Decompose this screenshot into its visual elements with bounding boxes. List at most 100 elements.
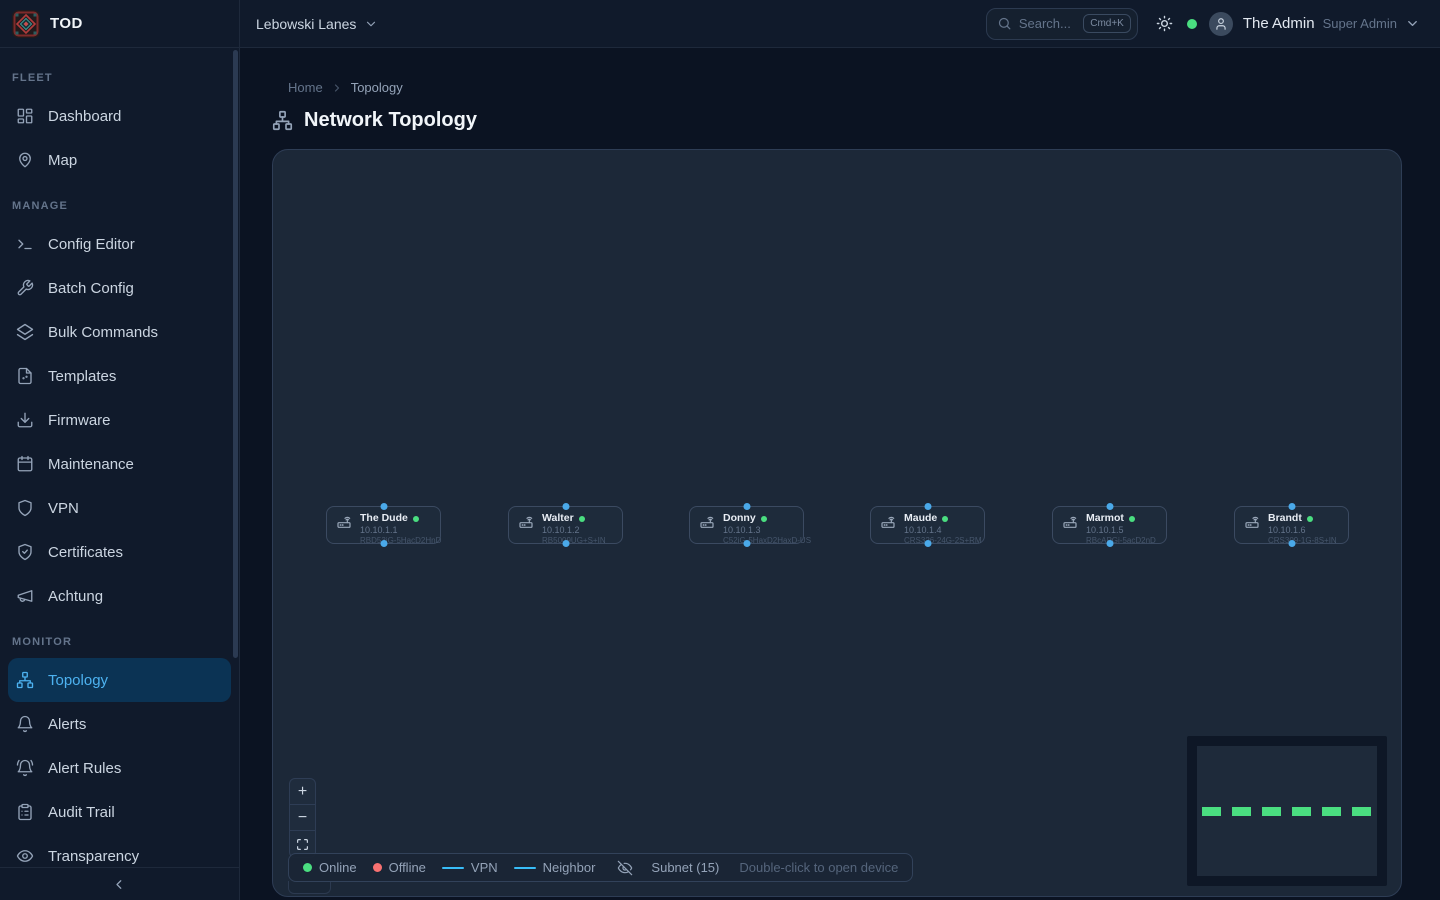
breadcrumb: Home Topology	[288, 80, 403, 95]
minimap-viewport	[1197, 746, 1377, 876]
legend-offline: Offline	[373, 860, 426, 875]
sidebar-section-label: FLEET	[0, 66, 239, 94]
sidebar-collapse-button[interactable]	[0, 867, 239, 900]
breadcrumb-home[interactable]: Home	[288, 80, 323, 95]
breadcrumb-current: Topology	[351, 80, 403, 95]
sidebar-nav: FLEETDashboardMapMANAGEConfig EditorBatc…	[0, 48, 239, 878]
node-model: CRS309-1G-8S+IN	[1268, 536, 1337, 546]
sidebar-item-certificates[interactable]: Certificates	[8, 530, 231, 574]
connection-handle-top	[924, 503, 931, 510]
sidebar: FLEETDashboardMapMANAGEConfig EditorBatc…	[0, 48, 240, 900]
topology-canvas[interactable]: The Dude10.10.1.1RBD53iG-5HacD2HnD Walter…	[272, 149, 1402, 897]
wrench-icon	[16, 279, 34, 297]
sidebar-item-audit-trail[interactable]: Audit Trail	[8, 790, 231, 834]
eye-off-icon[interactable]	[617, 860, 633, 876]
topology-node-donny[interactable]: Donny10.10.1.3C52iG-5HaxD2HaxD-US	[689, 506, 804, 544]
node-name: Brandt	[1268, 512, 1302, 525]
org-switcher[interactable]: Lebowski Lanes	[256, 16, 378, 32]
sidebar-item-label: Firmware	[48, 412, 111, 429]
connection-handle-bottom	[743, 540, 750, 547]
node-ip: 10.10.1.1	[360, 525, 431, 536]
avatar[interactable]	[1209, 12, 1233, 36]
user-name: The Admin	[1243, 15, 1315, 32]
node-ip: 10.10.1.5	[1086, 525, 1156, 536]
online-dot	[303, 863, 312, 872]
bell-ring-icon	[16, 759, 34, 777]
node-status-dot	[413, 516, 419, 522]
router-icon	[518, 514, 534, 538]
sidebar-item-label: Batch Config	[48, 280, 134, 297]
node-name: Maude	[904, 512, 937, 525]
node-model: C52iG-5HaxD2HaxD-US	[723, 536, 794, 546]
sidebar-section-monitor: MONITOR Topology Alerts Alert RulesAudit Tr…	[0, 618, 239, 878]
node-text: Brandt10.10.1.6CRS309-1G-8S+IN	[1268, 512, 1337, 538]
minimap-node-donny	[1262, 807, 1281, 816]
zoom-out-button[interactable]: −	[290, 805, 315, 831]
sidebar-item-vpn[interactable]: VPN	[8, 486, 231, 530]
legend-subnet-count[interactable]: Subnet (15)	[651, 860, 719, 875]
sidebar-item-templates[interactable]: Templates	[8, 354, 231, 398]
topology-node-brandt[interactable]: Brandt10.10.1.6CRS309-1G-8S+IN	[1234, 506, 1349, 544]
sidebar-item-bulk-commands[interactable]: Bulk Commands	[8, 310, 231, 354]
sidebar-scrollbar[interactable]	[233, 50, 238, 658]
node-status-dot	[579, 516, 585, 522]
connection-status-dot	[1187, 19, 1197, 29]
node-ip: 10.10.1.2	[542, 525, 606, 536]
sidebar-section-label: MONITOR	[0, 618, 239, 658]
eye-icon	[16, 847, 34, 865]
topology-node-the-dude[interactable]: The Dude10.10.1.1RBD53iG-5HacD2HnD	[326, 506, 441, 544]
sidebar-item-label: Certificates	[48, 544, 123, 561]
sidebar-item-topology[interactable]: Topology	[8, 658, 231, 702]
sidebar-item-dashboard[interactable]: Dashboard	[8, 94, 231, 138]
offline-dot	[373, 863, 382, 872]
bell-icon	[16, 715, 34, 733]
connection-handle-top	[380, 503, 387, 510]
fit-view-icon	[296, 838, 309, 851]
topology-node-walter[interactable]: Walter10.10.1.2RB5009UG+S+IN	[508, 506, 623, 544]
sidebar-item-label: Transparency	[48, 848, 139, 865]
connection-handle-bottom	[562, 540, 569, 547]
sidebar-item-config-editor[interactable]: Config Editor	[8, 222, 231, 266]
search-icon	[997, 16, 1012, 31]
node-ip: 10.10.1.3	[723, 525, 794, 536]
node-status-dot	[1307, 516, 1313, 522]
legend-neighbor: Neighbor	[514, 860, 596, 875]
router-icon	[880, 514, 896, 538]
sidebar-item-batch-config[interactable]: Batch Config	[8, 266, 231, 310]
chevron-down-icon	[364, 17, 378, 31]
theme-toggle-button[interactable]	[1156, 15, 1173, 32]
minimap-node-walter	[1232, 807, 1251, 816]
sidebar-item-alerts[interactable]: Alerts	[8, 702, 231, 746]
sidebar-item-firmware[interactable]: Firmware	[8, 398, 231, 442]
minimap-node-brandt	[1352, 807, 1371, 816]
search-box[interactable]: Cmd+K	[986, 8, 1138, 40]
shield-check-icon	[16, 543, 34, 561]
sidebar-section-manage: MANAGEConfig EditorBatch ConfigBulk Comm…	[0, 182, 239, 618]
sidebar-item-achtung[interactable]: Achtung	[8, 574, 231, 618]
topology-node-marmot[interactable]: Marmot10.10.1.5RBcAPGi-5acD2nD	[1052, 506, 1167, 544]
zoom-in-button[interactable]: +	[290, 779, 315, 805]
canvas-attribution	[288, 881, 331, 894]
user-menu-chevron-down-icon[interactable]	[1405, 16, 1420, 31]
sidebar-item-label: Alerts	[48, 716, 86, 733]
sidebar-item-maintenance[interactable]: Maintenance	[8, 442, 231, 486]
dashboard-icon	[16, 107, 34, 125]
sidebar-item-label: Dashboard	[48, 108, 121, 125]
minimap[interactable]	[1187, 736, 1387, 886]
node-ip: 10.10.1.4	[904, 525, 975, 536]
search-input[interactable]	[1019, 16, 1076, 31]
sidebar-item-alert-rules[interactable]: Alert Rules	[8, 746, 231, 790]
node-status-dot	[942, 516, 948, 522]
minimap-node-maude	[1292, 807, 1311, 816]
vpn-line-swatch	[442, 867, 464, 869]
topbar-logo-area: TOD	[0, 0, 240, 47]
sidebar-item-map[interactable]: Map	[8, 138, 231, 182]
connection-handle-bottom	[1288, 540, 1295, 547]
topology-icon	[272, 110, 293, 131]
node-text: Donny10.10.1.3C52iG-5HaxD2HaxD-US	[723, 512, 794, 538]
user-icon	[1214, 17, 1228, 31]
topology-node-maude[interactable]: Maude10.10.1.4CRS326-24G-2S+RM	[870, 506, 985, 544]
app-title: TOD	[50, 15, 83, 32]
sidebar-item-label: Topology	[48, 672, 108, 689]
app-logo[interactable]: TOD	[12, 10, 83, 38]
